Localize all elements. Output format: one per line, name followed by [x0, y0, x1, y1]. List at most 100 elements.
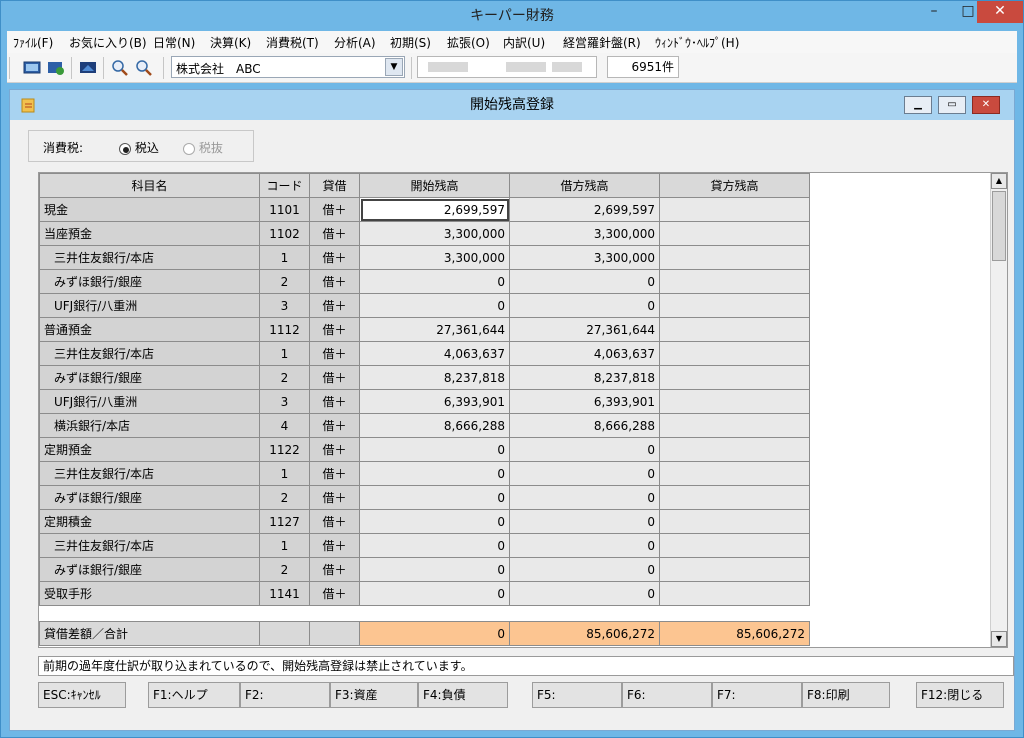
- table-row[interactable]: みずほ銀行/銀座 2 借＋ 0 0: [39, 269, 810, 294]
- scroll-up-icon[interactable]: ▲: [991, 173, 1007, 189]
- fkey-f5[interactable]: F5:: [532, 682, 622, 708]
- scroll-thumb[interactable]: [992, 191, 1006, 261]
- fkey-f6[interactable]: F6:: [622, 682, 712, 708]
- debit-balance-cell: 8,666,288: [509, 413, 660, 438]
- opening-balance-cell[interactable]: 8,237,818: [359, 365, 510, 390]
- opening-balance-cell[interactable]: 27,361,644: [359, 317, 510, 342]
- credit-balance-cell: [659, 341, 810, 366]
- fkey-esc-cancel[interactable]: ESC:ｷｬﾝｾﾙ: [38, 682, 126, 708]
- credit-balance-cell: [659, 557, 810, 582]
- opening-balance-cell[interactable]: 0: [359, 557, 510, 582]
- table-row[interactable]: 三井住友銀行/本店 1 借＋ 4,063,637 4,063,637: [39, 341, 810, 366]
- fkey-f12-close[interactable]: F12:閉じる: [916, 682, 1004, 708]
- vertical-scrollbar[interactable]: ▲ ▼: [990, 173, 1007, 647]
- table-row[interactable]: 三井住友銀行/本店 1 借＋ 0 0: [39, 533, 810, 558]
- fkey-f7[interactable]: F7:: [712, 682, 802, 708]
- credit-balance-cell: [659, 245, 810, 270]
- screen-icon[interactable]: [23, 59, 41, 77]
- account-name-cell: UFJ銀行/八重洲: [39, 389, 260, 414]
- opening-balance-cell[interactable]: 0: [359, 533, 510, 558]
- table-row[interactable]: みずほ銀行/銀座 2 借＋ 0 0: [39, 485, 810, 510]
- tax-included-radio[interactable]: 税込: [119, 139, 159, 156]
- col-code[interactable]: コード: [259, 173, 310, 198]
- debit-balance-cell: 3,300,000: [509, 245, 660, 270]
- opening-balance-cell[interactable]: 0: [359, 485, 510, 510]
- table-row[interactable]: UFJ銀行/八重洲 3 借＋ 0 0: [39, 293, 810, 318]
- radio-empty-icon[interactable]: [183, 142, 195, 155]
- export-icon[interactable]: [47, 59, 65, 77]
- col-credit-balance[interactable]: 貸方残高: [659, 173, 810, 198]
- total-empty-code: [259, 621, 310, 646]
- menu-compass[interactable]: 経営羅針盤(R): [563, 34, 641, 51]
- company-select[interactable]: 株式会社 ABC ▼: [171, 56, 405, 78]
- opening-balance-cell[interactable]: 8,666,288: [359, 413, 510, 438]
- opening-balance-cell[interactable]: 2,699,597: [359, 197, 510, 222]
- table-row[interactable]: 定期積金 1127 借＋ 0 0: [39, 509, 810, 534]
- credit-balance-cell: [659, 581, 810, 606]
- menu-extension[interactable]: 拡張(O): [447, 34, 490, 51]
- tax-excluded-radio[interactable]: 税抜: [183, 139, 223, 156]
- table-row[interactable]: 当座預金 1102 借＋ 3,300,000 3,300,000: [39, 221, 810, 246]
- side-cell: 借＋: [309, 317, 360, 342]
- fkey-f2[interactable]: F2:: [240, 682, 330, 708]
- toolbar-separator: [411, 57, 412, 79]
- table-row[interactable]: みずほ銀行/銀座 2 借＋ 8,237,818 8,237,818: [39, 365, 810, 390]
- monitor-icon[interactable]: [79, 59, 97, 77]
- debit-balance-cell: 0: [509, 533, 660, 558]
- table-row[interactable]: 受取手形 1141 借＋ 0 0: [39, 581, 810, 606]
- table-row[interactable]: UFJ銀行/八重洲 3 借＋ 6,393,901 6,393,901: [39, 389, 810, 414]
- opening-balance-cell[interactable]: 0: [359, 509, 510, 534]
- menu-analysis[interactable]: 分析(A): [334, 34, 376, 51]
- zoom-in-icon[interactable]: [111, 59, 129, 77]
- fkey-f1-help[interactable]: F1:ヘルプ: [148, 682, 240, 708]
- close-button[interactable]: ✕: [977, 1, 1023, 23]
- opening-balance-cell[interactable]: 0: [359, 437, 510, 462]
- opening-balance-cell[interactable]: 0: [359, 293, 510, 318]
- opening-balance-cell[interactable]: 0: [359, 581, 510, 606]
- zoom-out-icon[interactable]: [135, 59, 153, 77]
- menu-favorites[interactable]: お気に入り(B): [69, 34, 147, 51]
- table-row[interactable]: 現金 1101 借＋ 2,699,597 2,699,597: [39, 197, 810, 222]
- opening-balance-cell[interactable]: 0: [359, 461, 510, 486]
- debit-balance-cell: 6,393,901: [509, 389, 660, 414]
- opening-balance-cell[interactable]: 6,393,901: [359, 389, 510, 414]
- dialog-minimize-button[interactable]: ▁: [904, 96, 932, 114]
- table-row[interactable]: 横浜銀行/本店 4 借＋ 8,666,288 8,666,288: [39, 413, 810, 438]
- table-row[interactable]: 三井住友銀行/本店 1 借＋ 0 0: [39, 461, 810, 486]
- code-cell: 2: [259, 557, 310, 582]
- side-cell: 借＋: [309, 413, 360, 438]
- menu-daily[interactable]: 日常(N): [153, 34, 195, 51]
- col-side[interactable]: 貸借: [309, 173, 360, 198]
- opening-balance-cell[interactable]: 4,063,637: [359, 341, 510, 366]
- table-row[interactable]: 普通預金 1112 借＋ 27,361,644 27,361,644: [39, 317, 810, 342]
- col-opening-balance[interactable]: 開始残高: [359, 173, 510, 198]
- menu-closing[interactable]: 決算(K): [210, 34, 251, 51]
- code-cell: 2: [259, 365, 310, 390]
- menu-breakdown[interactable]: 内訳(U): [503, 34, 545, 51]
- side-cell: 借＋: [309, 581, 360, 606]
- table-row[interactable]: 三井住友銀行/本店 1 借＋ 3,300,000 3,300,000: [39, 245, 810, 270]
- opening-balance-cell[interactable]: 0: [359, 269, 510, 294]
- balance-grid[interactable]: 科目名 コード 貸借 開始残高 借方残高 貸方残高 現金 1101 借＋ 2,699,…: [38, 172, 1008, 648]
- fkey-f3-assets[interactable]: F3:資産: [330, 682, 418, 708]
- scroll-down-icon[interactable]: ▼: [991, 631, 1007, 647]
- menu-file[interactable]: ﾌｧｲﾙ(F): [13, 34, 53, 51]
- opening-balance-cell[interactable]: 3,300,000: [359, 245, 510, 270]
- col-account-name[interactable]: 科目名: [39, 173, 260, 198]
- menu-initial[interactable]: 初期(S): [390, 34, 431, 51]
- table-row[interactable]: みずほ銀行/銀座 2 借＋ 0 0: [39, 557, 810, 582]
- debit-balance-cell: 0: [509, 437, 660, 462]
- menu-tax[interactable]: 消費税(T): [266, 34, 319, 51]
- table-row[interactable]: 定期預金 1122 借＋ 0 0: [39, 437, 810, 462]
- fkey-f4-liabilities[interactable]: F4:負債: [418, 682, 508, 708]
- fkey-f8-print[interactable]: F8:印刷: [802, 682, 890, 708]
- status-message: 前期の過年度仕訳が取り込まれているので、開始残高登録は禁止されています。: [38, 656, 1014, 676]
- dialog-close-button[interactable]: ✕: [972, 96, 1000, 114]
- credit-balance-cell: [659, 365, 810, 390]
- chevron-down-icon[interactable]: ▼: [385, 58, 403, 76]
- radio-selected-icon[interactable]: [119, 142, 131, 155]
- opening-balance-cell[interactable]: 3,300,000: [359, 221, 510, 246]
- dialog-maximize-button[interactable]: ▭: [938, 96, 966, 114]
- col-debit-balance[interactable]: 借方残高: [509, 173, 660, 198]
- menu-window-help[interactable]: ｳｨﾝﾄﾞｳ･ﾍﾙﾌﾟ(H): [655, 34, 739, 51]
